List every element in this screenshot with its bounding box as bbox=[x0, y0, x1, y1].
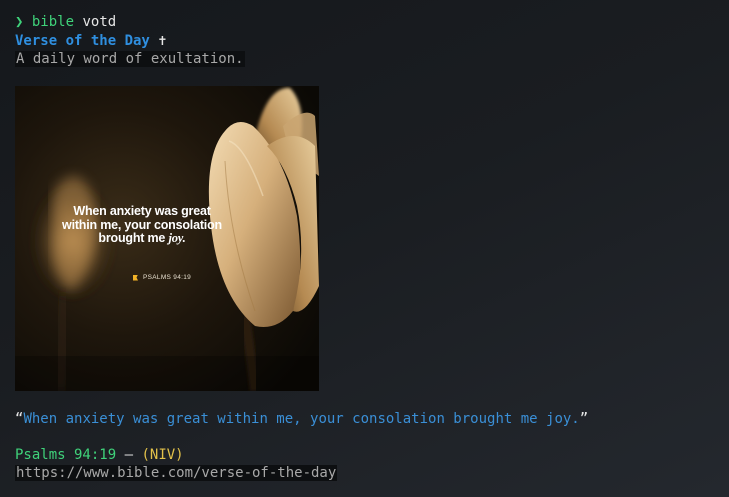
bookmark-flag-icon bbox=[133, 274, 138, 281]
header: Verse of the Day ✝ bbox=[15, 32, 167, 50]
cross-icon: ✝ bbox=[158, 33, 167, 49]
separator: — bbox=[124, 447, 134, 463]
image-reference-text: PSALMS 94:19 bbox=[143, 274, 192, 281]
close-quote: ” bbox=[579, 411, 589, 427]
subtitle: A daily word of exultation. bbox=[15, 51, 245, 67]
image-verse-line: When anxiety was great bbox=[73, 204, 211, 218]
bible-version: (NIV) bbox=[141, 447, 184, 463]
citation-line: Psalms 94:19 — (NIV) bbox=[15, 446, 184, 464]
image-verse-text: When anxiety was great within me, your c… bbox=[15, 204, 269, 246]
subtitle-line: A daily word of exultation. bbox=[15, 50, 245, 68]
image-verse-line: within me, your consolation bbox=[62, 217, 222, 232]
image-verse-emphasis: joy. bbox=[168, 231, 186, 245]
url-line: https://www.bible.com/verse-of-the-day bbox=[15, 464, 338, 482]
image-verse-line: brought me joy. bbox=[15, 231, 269, 246]
command-argument: votd bbox=[82, 14, 117, 30]
prompt-arrow-icon: ❯ bbox=[15, 14, 24, 30]
page-title: Verse of the Day bbox=[15, 33, 150, 49]
command-binary: bible bbox=[31, 14, 75, 30]
command-line: ❯ bible votd bbox=[15, 13, 116, 31]
image-reference: PSALMS 94:19 bbox=[133, 274, 191, 281]
verse-text: When anxiety was great within me, your c… bbox=[23, 411, 580, 427]
source-link[interactable]: https://www.bible.com/verse-of-the-day bbox=[15, 465, 338, 481]
verse-image: When anxiety was great within me, your c… bbox=[15, 86, 319, 391]
verse-reference: Psalms 94:19 bbox=[15, 447, 117, 463]
verse-line: “When anxiety was great within me, your … bbox=[15, 410, 588, 428]
image-verse-line-text: brought me bbox=[98, 231, 166, 245]
